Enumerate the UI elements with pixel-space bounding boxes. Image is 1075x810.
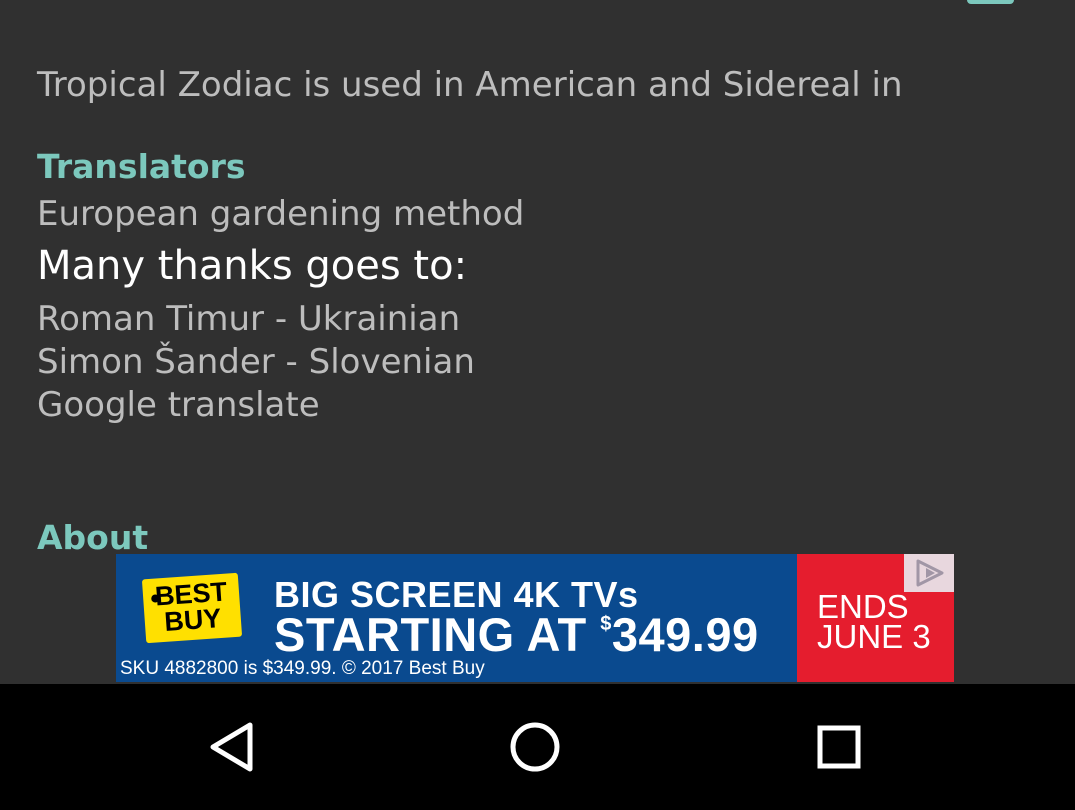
adchoices-icon[interactable]: [904, 554, 954, 592]
home-button[interactable]: [500, 714, 570, 780]
home-circle-icon: [510, 722, 560, 772]
about-header: About: [37, 518, 149, 557]
translator-item: Google translate: [37, 385, 320, 425]
ad-ends-line-2: JUNE 3: [817, 618, 931, 655]
ad-price-currency: $: [600, 613, 612, 635]
back-triangle-icon: [210, 722, 253, 772]
zodiac-toggle-switch[interactable]: [967, 0, 1014, 4]
ad-headline-2-prefix: STARTING AT: [274, 608, 601, 661]
adchoices-icon-graphic: [916, 559, 944, 587]
thanks-title: Many thanks goes to:: [37, 243, 468, 289]
recents-square-icon: [817, 725, 861, 769]
recents-button[interactable]: [804, 714, 874, 780]
screen: Tropical Zodiac is used in American and …: [0, 0, 1075, 810]
best-buy-logo: BEST BUY: [141, 572, 243, 644]
logo-line-2: BUY: [163, 603, 223, 637]
zodiac-description-line-2: European gardening method: [37, 194, 525, 234]
ad-price: 349.99: [611, 608, 759, 661]
translators-header: Translators: [37, 147, 246, 186]
translator-item: Roman Timur - Ukrainian: [37, 299, 461, 339]
ad-fineprint: SKU 4882800 is $349.99. © 2017 Best Buy: [120, 658, 485, 679]
translator-item: Simon Šander - Slovenian: [37, 342, 475, 382]
back-button[interactable]: [198, 714, 268, 780]
zodiac-description-line-1: Tropical Zodiac is used in American and …: [37, 65, 903, 105]
ad-banner[interactable]: BEST BUY BIG SCREEN 4K TVs STARTING AT $…: [116, 554, 954, 682]
translator-list: Roman Timur - Ukrainian Simon Šander - S…: [37, 298, 475, 427]
navigation-bar: [0, 684, 1075, 810]
ad-headline-2: STARTING AT $349.99: [274, 607, 759, 662]
